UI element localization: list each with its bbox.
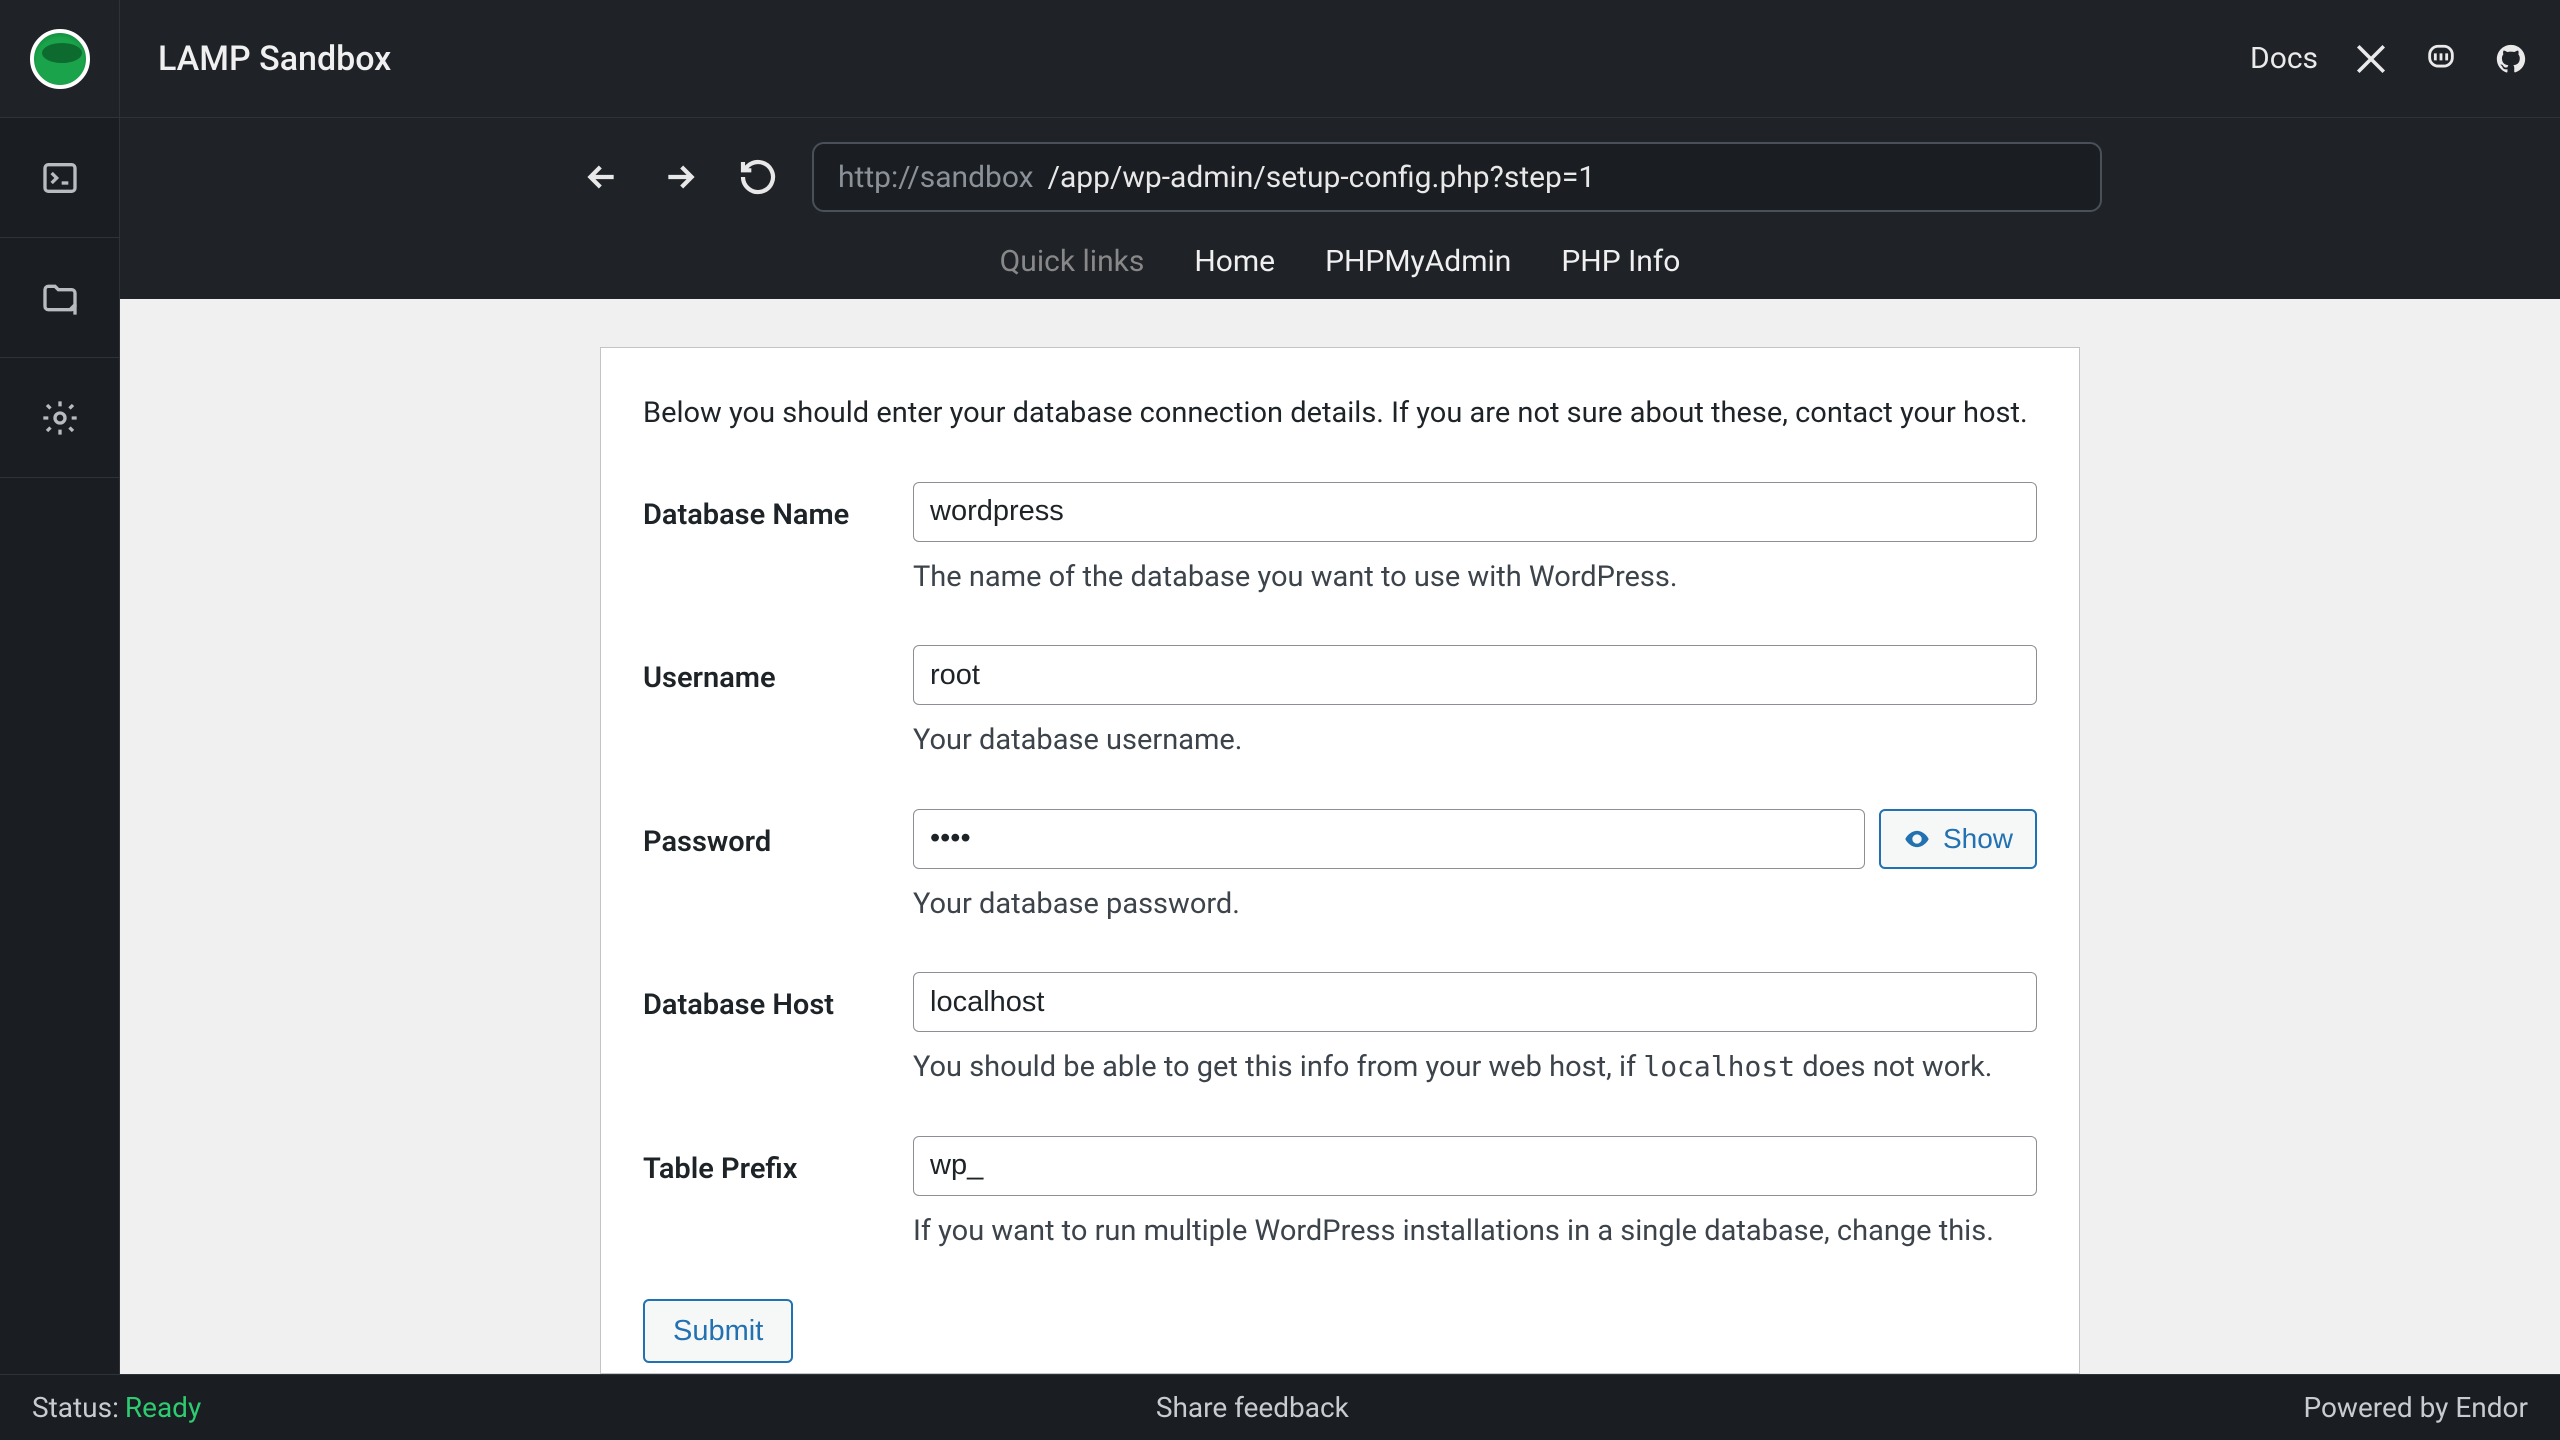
arrow-left-icon [582, 157, 622, 197]
docs-link[interactable]: Docs [2250, 41, 2318, 76]
dbhost-help: You should be able to get this info from… [913, 1046, 2037, 1090]
footer: Status: Ready Share feedback Powered by … [0, 1374, 2560, 1440]
terminal-icon [40, 158, 80, 198]
username-label: Username [643, 645, 913, 763]
folder-upload-icon [40, 278, 80, 318]
dbname-input[interactable] [913, 482, 2037, 542]
quick-links-label: Quick links [1000, 244, 1145, 279]
rail-settings[interactable] [0, 358, 119, 478]
rail-terminal[interactable] [0, 118, 119, 238]
show-password-label: Show [1943, 823, 2013, 855]
gear-icon [40, 398, 80, 438]
nav-reload-button[interactable] [734, 153, 782, 201]
wp-intro-text: Below you should enter your database con… [643, 392, 2037, 436]
username-help: Your database username. [913, 719, 2037, 763]
wp-setup-card: Below you should enter your database con… [600, 347, 2080, 1374]
eye-icon [1903, 825, 1931, 853]
dbhost-input[interactable] [913, 972, 2037, 1032]
app-logo-icon [30, 29, 90, 89]
x-twitter-icon[interactable] [2354, 42, 2388, 76]
password-input[interactable] [913, 809, 1865, 869]
arrow-right-icon [660, 157, 700, 197]
powered-by: Powered by Endor [2303, 1391, 2528, 1424]
content-area: Below you should enter your database con… [120, 299, 2560, 1374]
prefix-help: If you want to run multiple WordPress in… [913, 1210, 2037, 1254]
password-help: Your database password. [913, 883, 2037, 927]
nav-back-button[interactable] [578, 153, 626, 201]
app-title: LAMP Sandbox [158, 39, 391, 79]
quick-link-phpmyadmin[interactable]: PHPMyAdmin [1325, 244, 1511, 279]
url-path: /app/wp-admin/setup-config.php?step=1 [1048, 160, 1596, 195]
quick-link-phpinfo[interactable]: PHP Info [1561, 244, 1680, 279]
browser-bar: http://sandbox /app/wp-admin/setup-confi… [120, 118, 2560, 299]
username-input[interactable] [913, 645, 2037, 705]
reload-icon [738, 157, 778, 197]
dbname-help: The name of the database you want to use… [913, 556, 2037, 600]
quick-link-home[interactable]: Home [1194, 244, 1275, 279]
prefix-label: Table Prefix [643, 1136, 913, 1254]
password-label: Password [643, 809, 913, 927]
url-bar[interactable]: http://sandbox /app/wp-admin/setup-confi… [812, 142, 2102, 212]
dbhost-label: Database Host [643, 972, 913, 1090]
status-label: Status: [32, 1391, 119, 1424]
left-rail [0, 118, 120, 1374]
url-prefix: http://sandbox [838, 160, 1034, 195]
logo-cell [0, 0, 120, 117]
github-icon[interactable] [2494, 42, 2528, 76]
nav-forward-button[interactable] [656, 153, 704, 201]
rail-files[interactable] [0, 238, 119, 358]
show-password-button[interactable]: Show [1879, 809, 2037, 869]
share-feedback-link[interactable]: Share feedback [201, 1391, 2303, 1424]
dbname-label: Database Name [643, 482, 913, 600]
top-header: LAMP Sandbox Docs [0, 0, 2560, 118]
status-value: Ready [125, 1391, 201, 1424]
submit-button[interactable]: Submit [643, 1299, 793, 1363]
mastodon-icon[interactable] [2424, 42, 2458, 76]
prefix-input[interactable] [913, 1136, 2037, 1196]
